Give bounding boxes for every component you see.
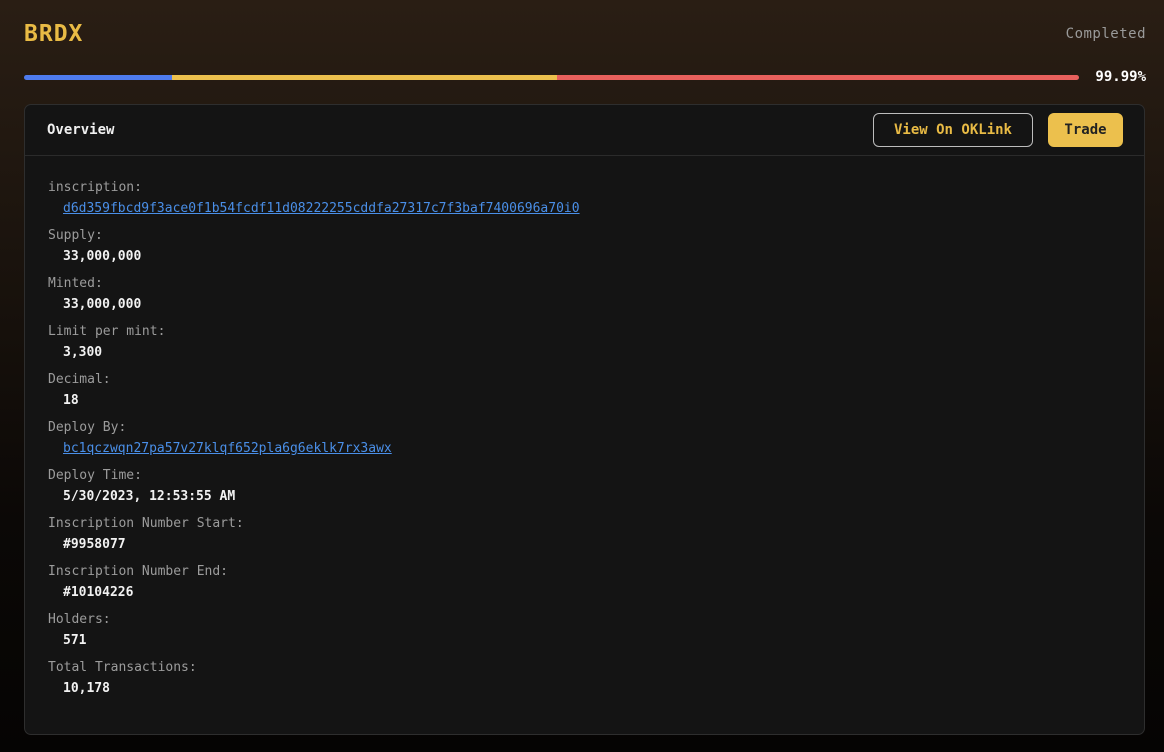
field-deploy-time: Deploy Time: 5/30/2023, 12:53:55 AM [48,466,1144,514]
field-limit-per-mint: Limit per mint: 3,300 [48,322,1144,370]
field-supply: Supply: 33,000,000 [48,226,1144,274]
field-label: Total Transactions: [48,660,197,675]
field-value: 18 [63,393,79,408]
progress-bar [24,74,1080,80]
field-label: Deploy Time: [48,468,142,483]
page-header: BRDX Completed [24,16,1146,52]
status-label: Completed [1065,26,1146,42]
card-header: Overview View On OKLink Trade [25,105,1144,156]
inscription-link[interactable]: d6d359fbcd9f3ace0f1b54fcdf11d08222255cdd… [48,198,1144,226]
overview-card: Overview View On OKLink Trade inscriptio… [24,104,1145,735]
field-label: Decimal: [48,372,111,387]
ticker-title: BRDX [24,21,84,47]
field-inscription-number-end: Inscription Number End: #10104226 [48,562,1144,610]
field-value: 3,300 [63,345,103,360]
field-total-transactions: Total Transactions: 10,178 [48,658,1144,706]
field-value: 5/30/2023, 12:53:55 AM [63,489,236,504]
field-value: 33,000,000 [63,297,142,312]
field-label: Minted: [48,276,103,291]
field-minted: Minted: 33,000,000 [48,274,1144,322]
card-title: Overview [47,122,115,138]
field-label: Limit per mint: [48,324,166,339]
field-label: Supply: [48,228,103,243]
field-label: Inscription Number End: [48,564,229,579]
view-on-oklink-button[interactable]: View On OKLink [873,113,1033,147]
progress-percent: 99.99% [1095,69,1146,85]
field-decimal: Decimal: 18 [48,370,1144,418]
field-inscription-number-start: Inscription Number Start: #9958077 [48,514,1144,562]
mint-progress: 99.99% [24,66,1146,88]
field-deploy-by: Deploy By: bc1qczwqn27pa57v27klqf652pla6… [48,418,1144,466]
card-actions: View On OKLink Trade [873,113,1123,147]
overview-fields: inscription: d6d359fbcd9f3ace0f1b54fcdf1… [25,156,1144,706]
field-value: 571 [63,633,87,648]
field-label: Inscription Number Start: [48,516,244,531]
progress-segment-yellow [171,74,557,80]
field-inscription: inscription: d6d359fbcd9f3ace0f1b54fcdf1… [48,178,1144,226]
field-value: #10104226 [63,585,134,600]
field-label: Deploy By: [48,420,127,435]
field-value: 10,178 [63,681,110,696]
field-value: 33,000,000 [63,249,142,264]
trade-button[interactable]: Trade [1048,113,1123,147]
field-label: inscription: [48,180,142,195]
deployer-address-link[interactable]: bc1qczwqn27pa57v27klqf652pla6g6eklk7rx3a… [48,438,1144,466]
field-label: Holders: [48,612,111,627]
progress-segment-red [556,74,1080,80]
progress-segment-blue [24,74,172,80]
field-value: #9958077 [63,537,126,552]
field-holders: Holders: 571 [48,610,1144,658]
